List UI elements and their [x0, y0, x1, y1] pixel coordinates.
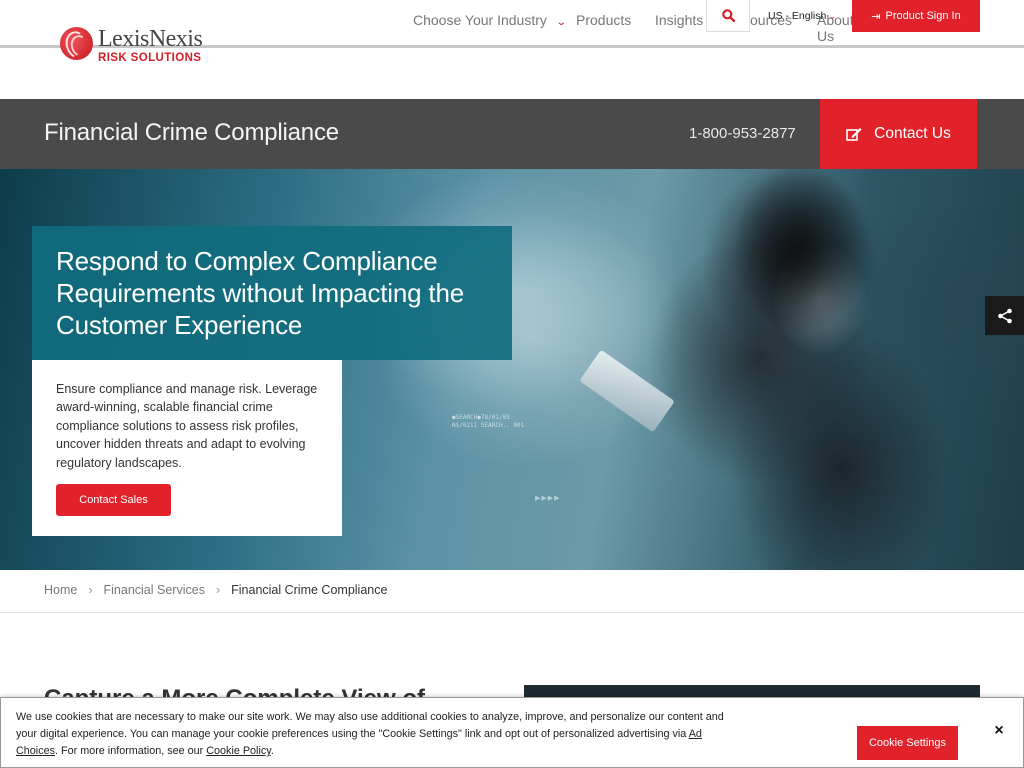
phone-number[interactable]: 1-800-953-2877: [689, 125, 796, 142]
sign-in-icon: ⇥: [871, 10, 881, 23]
chevron-down-icon: ⌄: [828, 11, 836, 21]
nav-choose-industry[interactable]: Choose Your Industry ⌄: [413, 12, 567, 28]
logo-name: LexisNexis: [98, 26, 203, 52]
hero-headline: Respond to Complex Compliance Requiremen…: [56, 246, 464, 340]
breadcrumb-separator: ›: [215, 583, 221, 597]
hero-arrows: ▶▶▶▶: [535, 495, 561, 502]
cookie-settings-button[interactable]: Cookie Settings: [857, 726, 958, 760]
breadcrumb-separator: ›: [88, 583, 93, 597]
share-button[interactable]: [985, 296, 1024, 335]
cookie-banner: We use cookies that are necessary to mak…: [0, 697, 1024, 768]
close-icon[interactable]: ×: [991, 723, 1007, 739]
breadcrumb-financial-services[interactable]: Financial Services: [104, 583, 205, 597]
edit-icon: [846, 127, 862, 141]
breadcrumb-divider: [0, 612, 1024, 613]
contact-sales-button[interactable]: Contact Sales: [56, 484, 171, 516]
search-icon: [721, 9, 735, 22]
search-button[interactable]: [706, 0, 750, 32]
nav-insights[interactable]: Insights: [655, 12, 703, 28]
contact-us-button[interactable]: Contact Us: [820, 99, 977, 169]
hero-banner: ●SEARCH●78/01/03 NS/0211 SEARCH.. 001 ▶▶…: [0, 169, 1024, 570]
hero-body-text: Ensure compliance and manage risk. Lever…: [56, 382, 318, 470]
hero-person-image: [690, 169, 990, 570]
nav-products[interactable]: Products: [576, 12, 631, 28]
page-title-bar: Financial Crime Compliance 1-800-953-287…: [0, 99, 1024, 169]
language-selector[interactable]: US - English ⌄: [768, 10, 836, 22]
lexisnexis-globe-icon: [60, 27, 93, 60]
logo-subtitle: RISK SOLUTIONS: [98, 52, 202, 64]
chevron-down-icon: ⌄: [555, 17, 567, 28]
hero-body-box: Ensure compliance and manage risk. Lever…: [32, 360, 342, 536]
product-sign-in-button[interactable]: ⇥ Product Sign In: [852, 0, 980, 32]
page-title: Financial Crime Compliance: [44, 119, 339, 146]
site-header: LexisNexis RISK SOLUTIONS Choose Your In…: [0, 0, 1024, 64]
breadcrumb-home[interactable]: Home: [44, 583, 77, 597]
hero-headline-box: Respond to Complex Compliance Requiremen…: [32, 226, 512, 360]
share-icon: [997, 308, 1012, 323]
breadcrumb-current: Financial Crime Compliance: [231, 583, 388, 597]
breadcrumb: Home › Financial Services › Financial Cr…: [44, 583, 387, 597]
hero-hud-text: ●SEARCH●78/01/03 NS/0211 SEARCH.. 001: [452, 414, 525, 429]
cookie-policy-link[interactable]: Cookie Policy: [206, 745, 271, 757]
lexisnexis-logo[interactable]: LexisNexis RISK SOLUTIONS: [60, 26, 203, 65]
cookie-text: We use cookies that are necessary to mak…: [16, 711, 724, 757]
